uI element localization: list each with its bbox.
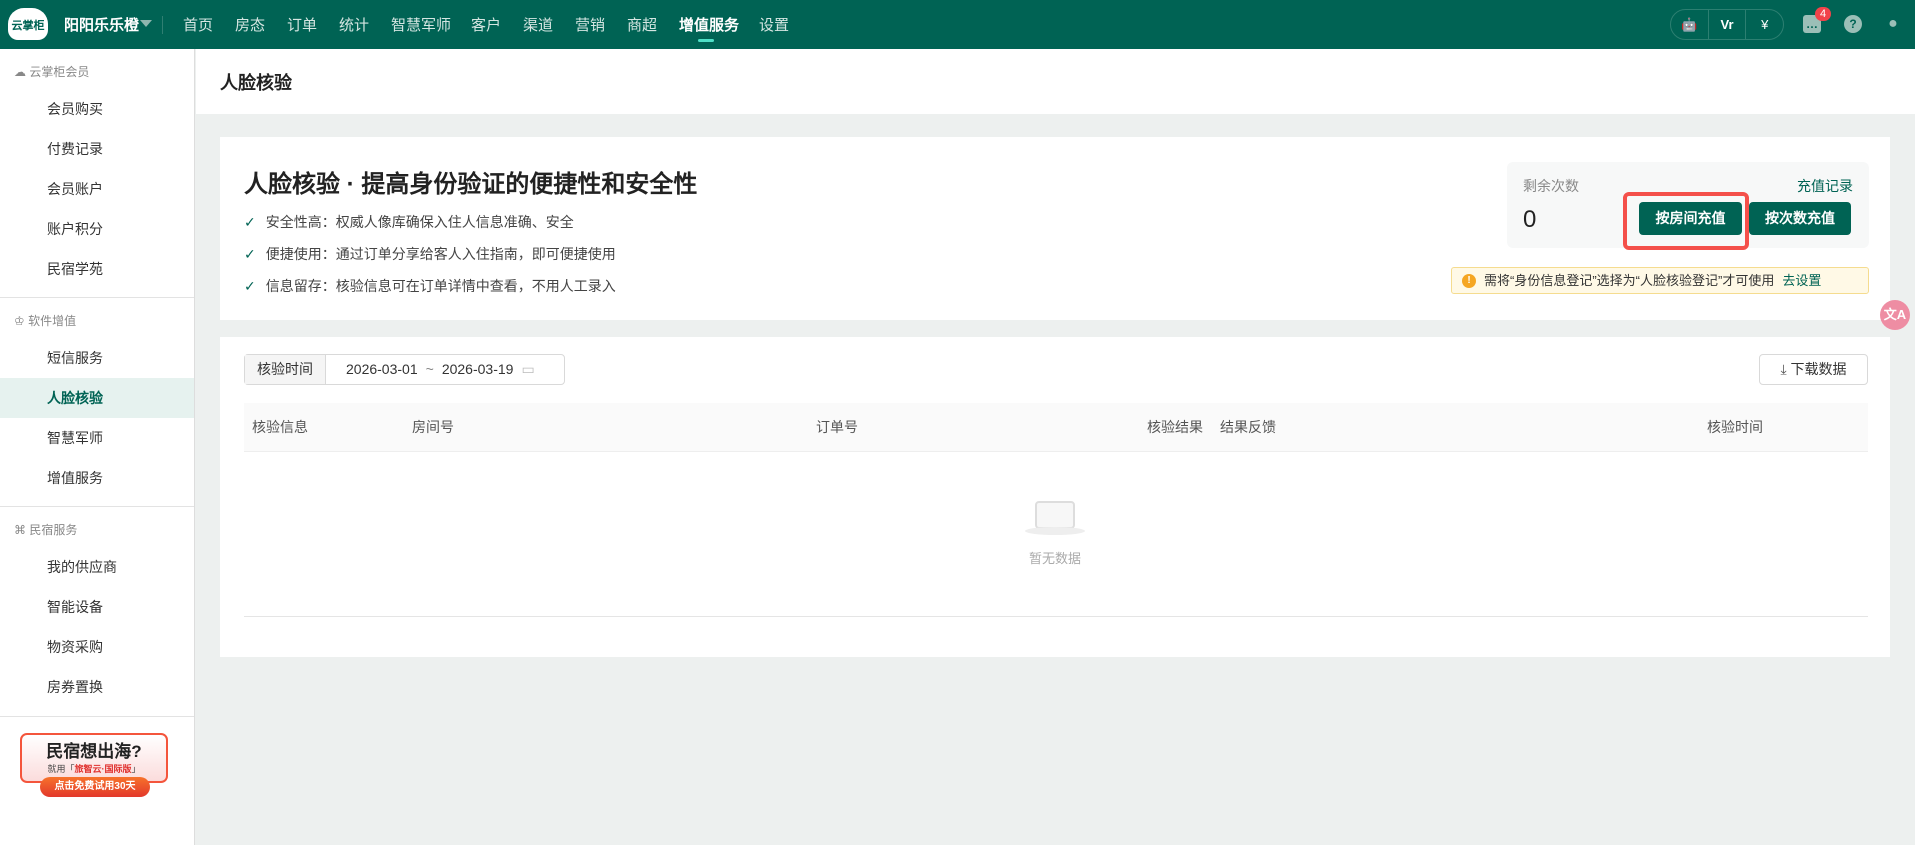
date-range-filter[interactable]: 核验时间 2026-03-01 ~ 2026-03-19 ▭	[244, 354, 565, 385]
crown-icon: ♔	[14, 314, 25, 328]
nav-value-added[interactable]: 增值服务	[679, 14, 739, 35]
banner-subtitle: 就用「旅智云·国际版」	[22, 762, 166, 775]
empty-text: 暂无数据	[1028, 551, 1081, 566]
help-icon[interactable]: ?	[1844, 15, 1862, 33]
sidebar-item-voucher-exchange[interactable]: 房券置换	[0, 667, 194, 707]
nav-channels[interactable]: 渠道	[523, 14, 553, 35]
page-header: 人脸核验	[196, 49, 1915, 114]
nav-orders[interactable]: 订单	[287, 14, 317, 35]
sidebar-item-member-account[interactable]: 会员账户	[0, 169, 194, 209]
sidebar-item-payment-records[interactable]: 付费记录	[0, 129, 194, 169]
section-title: 云掌柜会员	[29, 65, 90, 79]
promo-banner[interactable]: 民宿想出海? 就用「旅智云·国际版」	[20, 733, 168, 783]
check-icon: ✓	[244, 246, 256, 262]
feature-item: ✓ 安全性高：权威人像库确保入住人信息准确、安全	[244, 212, 574, 232]
check-icon: ✓	[244, 278, 256, 294]
brand-icon[interactable]: Vr	[1709, 10, 1747, 39]
empty-inbox-icon	[1025, 497, 1085, 535]
recharge-by-count-button[interactable]: 按次数充值	[1749, 202, 1851, 235]
nav-customers[interactable]: 客户	[471, 14, 501, 35]
col-order: 订单号	[816, 419, 858, 435]
feature-item: ✓ 信息留存：核验信息可在订单详情中查看，不用人工录入	[244, 276, 616, 296]
date-separator: ~	[425, 361, 434, 377]
message-badge: 4	[1815, 7, 1832, 21]
check-icon: ✓	[244, 214, 256, 230]
nav-marketing[interactable]: 营销	[575, 14, 605, 35]
col-result: 核验结果	[1147, 419, 1203, 435]
nav-mall[interactable]: 商超	[627, 14, 657, 35]
nav-settings[interactable]: 设置	[759, 14, 789, 35]
free-trial-button[interactable]: 点击免费试用30天	[40, 777, 150, 797]
feature-item: ✓ 便捷使用：通过订单分享给客人入住指南，即可便捷使用	[244, 244, 616, 264]
section-title: 软件增值	[28, 314, 77, 328]
user-icon[interactable]: ●	[1884, 15, 1902, 33]
warning-notice: ! 需将“身份信息登记”选择为“人脸核验登记”才可使用 去设置	[1451, 267, 1869, 294]
table-bottom-border	[244, 616, 1868, 617]
invoice-icon[interactable]: ¥	[1746, 10, 1783, 39]
nav-room-status[interactable]: 房态	[235, 14, 265, 35]
sidebar-item-academy[interactable]: 民宿学苑	[0, 249, 194, 289]
grid-icon: ⌘	[14, 523, 26, 537]
nav-advisor[interactable]: 智慧军师	[391, 14, 451, 35]
section-membership: ☁ 云掌柜会员	[14, 63, 89, 80]
records-card: 核验时间 2026-03-01 ~ 2026-03-19 ▭ ⤓ 下载数据 核验…	[220, 337, 1890, 657]
nav-home[interactable]: 首页	[183, 14, 213, 35]
intro-heading: 人脸核验 · 提高身份验证的便捷性和安全性	[244, 171, 698, 198]
feature-text: 安全性高：权威人像库确保入住人信息准确、安全	[265, 214, 574, 230]
warning-icon: !	[1462, 274, 1476, 288]
download-label: 下载数据	[1790, 361, 1847, 377]
start-date[interactable]: 2026-03-01	[326, 355, 418, 384]
go-settings-link[interactable]: 去设置	[1782, 273, 1821, 288]
sidebar-item-advisor[interactable]: 智慧军师	[0, 418, 194, 458]
divider	[0, 506, 194, 507]
filter-label: 核验时间	[245, 355, 326, 384]
table-header: 核验信息 房间号 订单号 核验结果 结果反馈 核验时间	[244, 403, 1868, 452]
sidebar-item-suppliers[interactable]: 我的供应商	[0, 547, 194, 587]
banner-sub-suffix: 」	[131, 764, 141, 774]
recharge-history-link[interactable]: 充值记录	[1797, 176, 1853, 196]
feature-text: 便捷使用：通过订单分享给客人入住指南，即可便捷使用	[265, 246, 616, 262]
feature-text: 信息留存：核验信息可在订单详情中查看，不用人工录入	[265, 278, 616, 294]
download-button[interactable]: ⤓ 下载数据	[1759, 354, 1868, 385]
active-nav-indicator	[698, 39, 714, 42]
divider	[0, 297, 194, 298]
section-title: 民宿服务	[29, 523, 78, 537]
sidebar: ☁ 云掌柜会员 会员购买 付费记录 会员账户 账户积分 民宿学苑 ♔ 软件增值 …	[0, 49, 195, 845]
top-nav-bar: 云掌柜 阳阳乐乐橙 首页 房态 订单 统计 智慧军师 客户 渠道 营销 商超 增…	[0, 0, 1915, 49]
nav-stats[interactable]: 统计	[339, 14, 369, 35]
col-time: 核验时间	[1707, 419, 1763, 435]
sidebar-item-devices[interactable]: 智能设备	[0, 587, 194, 627]
robot-icon[interactable]: 🤖	[1671, 10, 1709, 39]
warning-text: 需将“身份信息登记”选择为“人脸核验登记”才可使用	[1484, 273, 1775, 288]
translate-icon[interactable]: 文A	[1880, 300, 1910, 330]
sidebar-item-face-verify[interactable]: 人脸核验	[0, 378, 194, 418]
shop-selector[interactable]: 阳阳乐乐橙	[64, 14, 139, 35]
sidebar-item-procurement[interactable]: 物资采购	[0, 627, 194, 667]
download-icon: ⤓	[1780, 361, 1787, 377]
section-software: ♔ 软件增值	[14, 312, 76, 329]
sidebar-item-member-purchase[interactable]: 会员购买	[0, 89, 194, 129]
sidebar-item-value-added[interactable]: 增值服务	[0, 458, 194, 498]
calendar-icon[interactable]: ▭	[513, 355, 534, 384]
sidebar-item-points[interactable]: 账户积分	[0, 209, 194, 249]
section-homestay: ⌘ 民宿服务	[14, 521, 77, 538]
divider	[0, 716, 194, 717]
banner-title: 民宿想出海?	[46, 742, 142, 761]
highlight-box	[1623, 192, 1749, 250]
col-feedback: 结果反馈	[1220, 419, 1276, 435]
sidebar-item-sms[interactable]: 短信服务	[0, 338, 194, 378]
quick-tools: 🤖 Vr ¥	[1670, 9, 1784, 40]
col-verify-info: 核验信息	[252, 419, 308, 435]
divider	[162, 16, 163, 34]
end-date[interactable]: 2026-03-19	[442, 355, 514, 384]
banner-brand: 旅智云·国际版	[74, 764, 132, 774]
chevron-down-icon[interactable]	[140, 20, 152, 27]
balance-label: 剩余次数	[1523, 178, 1579, 194]
balance-value: 0	[1523, 206, 1537, 233]
cloud-vip-icon: ☁	[14, 65, 26, 79]
app-logo[interactable]: 云掌柜	[8, 8, 48, 40]
banner-sub-prefix: 就用「	[47, 764, 75, 774]
col-room: 房间号	[412, 419, 454, 435]
page-title: 人脸核验	[220, 73, 292, 93]
